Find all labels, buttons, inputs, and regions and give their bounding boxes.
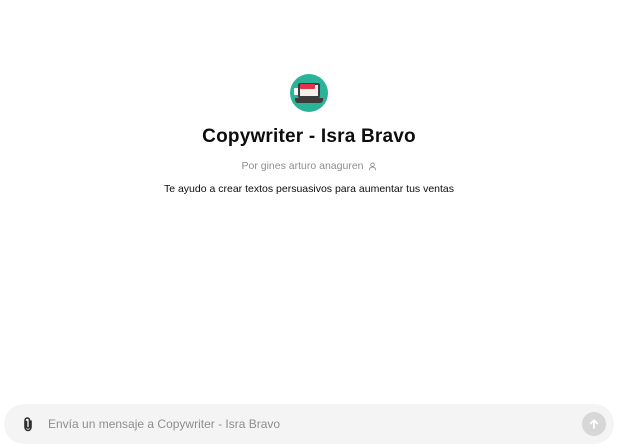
gpt-description: Te ayudo a crear textos persuasivos para… [163, 183, 455, 195]
author-label[interactable]: Por gines arturo anaguren [242, 160, 364, 172]
screen-label-icon [300, 84, 315, 89]
gpt-avatar [290, 74, 328, 112]
gpt-title: Copywriter - Isra Bravo [202, 126, 416, 147]
send-button[interactable] [582, 412, 606, 436]
paperclip-icon [24, 417, 32, 432]
person-icon [368, 161, 376, 170]
chat-page: Copywriter - Isra Bravo Por gines arturo… [0, 0, 618, 448]
attach-button[interactable] [10, 404, 46, 444]
laptop-base-icon [295, 98, 323, 103]
gpt-author[interactable]: Por gines arturo anaguren [242, 160, 377, 172]
message-composer [4, 404, 614, 444]
arrow-up-icon [589, 419, 599, 429]
message-input[interactable] [48, 417, 582, 431]
gpt-profile: Copywriter - Isra Bravo Por gines arturo… [0, 74, 618, 195]
